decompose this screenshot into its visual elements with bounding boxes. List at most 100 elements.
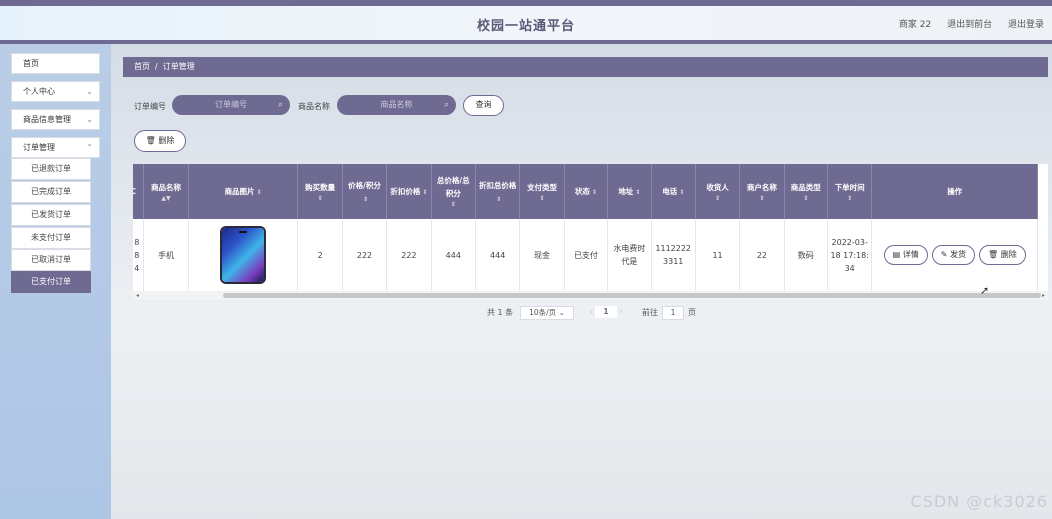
pagination-total: 共 1 条 [487, 308, 514, 317]
sidebar-item-profile[interactable]: 个人中心 ⌄ [11, 81, 100, 102]
user-text: 商家 22 [898, 20, 932, 30]
goto-label: 前往 [642, 308, 658, 317]
col-receiver[interactable]: 收货人 ⇕ [695, 164, 741, 219]
detail-button[interactable]: ▤ 详情 [883, 245, 928, 265]
cell-receiver: 11 [695, 219, 741, 292]
sort-icon[interactable]: ⇕ [679, 189, 684, 196]
sidebar-subitem-paid[interactable]: 已支付订单 [11, 271, 91, 293]
breadcrumb-separator: / [155, 62, 158, 71]
sort-icon[interactable]: ▲▼ [146, 194, 185, 203]
col-address[interactable]: 地址 ⇕ [607, 164, 652, 219]
col-label: 商品图片 [224, 187, 255, 196]
page-size-select[interactable]: 10条/页 ⌄ [520, 306, 574, 320]
cell-type: 数码 [784, 219, 829, 292]
sidebar-subitem-completed[interactable]: 已完成订单 [11, 181, 91, 203]
next-page-icon[interactable]: › [619, 307, 622, 316]
col-label: 商品名称 [151, 182, 181, 192]
col-total[interactable]: 总价格/总积分 ⇕ [431, 164, 477, 219]
col-label: 下单时间 [834, 182, 865, 192]
query-button[interactable]: 查询 [463, 95, 504, 116]
cell-price: 222 [342, 219, 388, 292]
product-name-input[interactable]: 商品名称 ⌕ [337, 95, 456, 115]
delete-batch-label: 删除 [158, 136, 175, 145]
sort-icon[interactable]: ⇕ [698, 194, 737, 203]
col-discount-total[interactable]: 折扣总价格 ⇕ [475, 164, 521, 219]
breadcrumb-home[interactable]: 首页 [134, 62, 150, 71]
col-merchant[interactable]: 商户名称 ⇕ [739, 164, 785, 219]
sidebar-item-label: 订单管理 [23, 143, 55, 152]
goto-page-input[interactable]: 1 [662, 306, 684, 320]
col-name[interactable]: 商品名称 ▲▼ [143, 164, 189, 219]
cell-ops: ▤ 详情 ✎ 发货 🗑 删除 [871, 219, 1038, 292]
scroll-left-icon[interactable]: ◂ [136, 291, 139, 300]
col-type[interactable]: 商品类型 ⇕ [784, 164, 829, 219]
detail-label: 详情 [902, 250, 919, 259]
sidebar-item-products[interactable]: 商品信息管理 ⌄ [11, 109, 100, 130]
col-label: 支付类型 [527, 182, 558, 192]
cell-merchant: 22 [739, 219, 785, 292]
delete-row-button[interactable]: 🗑 删除 [979, 245, 1026, 265]
table-row[interactable]: 8 8 4 手机 2 222 222 444 444 现金 已支付 水电费时代是… [133, 219, 1038, 292]
col-pay-type[interactable]: 支付类型 ⇕ [519, 164, 565, 219]
product-name-label: 商品名称 [298, 102, 330, 111]
table-horizontal-scrollbar[interactable]: ◂ ▸ [133, 291, 1048, 300]
page-number-current[interactable]: 1 [595, 306, 617, 318]
col-label: 折扣总价格 [478, 180, 517, 190]
col-price[interactable]: 价格/积分 ⇕ [342, 164, 388, 219]
col-status[interactable]: 状态 ⇕ [564, 164, 609, 219]
sidebar-subitem-cancelled[interactable]: 已取消订单 [11, 249, 91, 271]
header-right: 商家 22 退出到前台 退出登录 [886, 17, 1044, 30]
sort-icon[interactable]: ⇕ [522, 194, 561, 203]
sort-icon[interactable]: ⇕ [830, 194, 869, 203]
doc-icon: ▤ [892, 250, 901, 259]
ship-button[interactable]: ✎ 发货 [931, 245, 976, 265]
logout-link[interactable]: 退出登录 [1008, 20, 1044, 30]
product-name-placeholder: 商品名称 [380, 100, 413, 109]
header: 校园一站通平台 商家 22 退出到前台 退出登录 [0, 6, 1052, 44]
trash-icon: 🗑 [145, 136, 156, 145]
cell-qty: 2 [297, 219, 343, 292]
sort-icon[interactable]: ⇕ [635, 189, 640, 196]
scroll-thumb[interactable] [223, 293, 1041, 298]
sidebar-subitem-unpaid[interactable]: 未支付订单 [11, 227, 91, 249]
col-ops: 操作 [871, 164, 1038, 219]
col-order-no[interactable]: C [133, 164, 145, 219]
cell-total: 444 [431, 219, 477, 292]
sort-icon[interactable]: ⇕ [422, 189, 427, 196]
sidebar-item-label: 个人中心 [23, 87, 55, 96]
prev-page-icon[interactable]: ‹ [590, 307, 593, 316]
sort-icon[interactable]: ⇕ [496, 196, 501, 203]
col-time[interactable]: 下单时间 ⇕ [827, 164, 873, 219]
back-to-front-link[interactable]: 退出到前台 [947, 20, 992, 30]
page-suffix: 页 [688, 308, 696, 317]
sidebar-subitem-shipped[interactable]: 已发货订单 [11, 204, 91, 226]
sidebar-item-orders[interactable]: 订单管理 ⌃ [11, 137, 100, 158]
sidebar-subitem-refunded[interactable]: 已退款订单 [11, 158, 91, 180]
cell-discount-total: 444 [475, 219, 521, 292]
col-label: 收货人 [706, 182, 729, 192]
pager-nav: ‹ 1 › [583, 306, 629, 320]
sort-icon[interactable]: ⇕ [300, 194, 339, 203]
col-label: 状态 [574, 187, 590, 196]
col-label: 电话 [662, 187, 678, 196]
sort-icon[interactable]: ⇕ [787, 194, 825, 203]
sort-icon[interactable]: ⇕ [742, 194, 781, 203]
sort-icon[interactable]: ⇕ [434, 200, 473, 209]
sort-icon[interactable]: ⇕ [257, 189, 262, 196]
delete-batch-button[interactable]: 🗑 删除 [134, 130, 186, 152]
col-phone[interactable]: 电话 ⇕ [651, 164, 696, 219]
scroll-right-icon[interactable]: ▸ [1042, 291, 1045, 300]
mouse-cursor-icon: ➚ [980, 284, 990, 297]
col-qty[interactable]: 购买数量 ⇕ [297, 164, 343, 219]
order-no-input[interactable]: 订单编号 ⌕ [172, 95, 290, 115]
sidebar: 首页 个人中心 ⌄ 商品信息管理 ⌄ 订单管理 ⌃ 已退款订单 已完成订单 已发… [0, 44, 111, 519]
sort-icon[interactable]: ⇕ [592, 189, 597, 196]
breadcrumb-current: 订单管理 [162, 62, 195, 71]
cell-order-no: 8 8 4 [133, 219, 145, 292]
cell-discount-price: 222 [386, 219, 432, 292]
sort-icon[interactable]: ⇕ [363, 196, 368, 203]
col-label: 商品类型 [790, 182, 821, 192]
col-discount-price[interactable]: 折扣价格 ⇕ [386, 164, 432, 219]
sidebar-item-home[interactable]: 首页 [11, 53, 100, 74]
col-image[interactable]: 商品图片 ⇕ [188, 164, 299, 219]
